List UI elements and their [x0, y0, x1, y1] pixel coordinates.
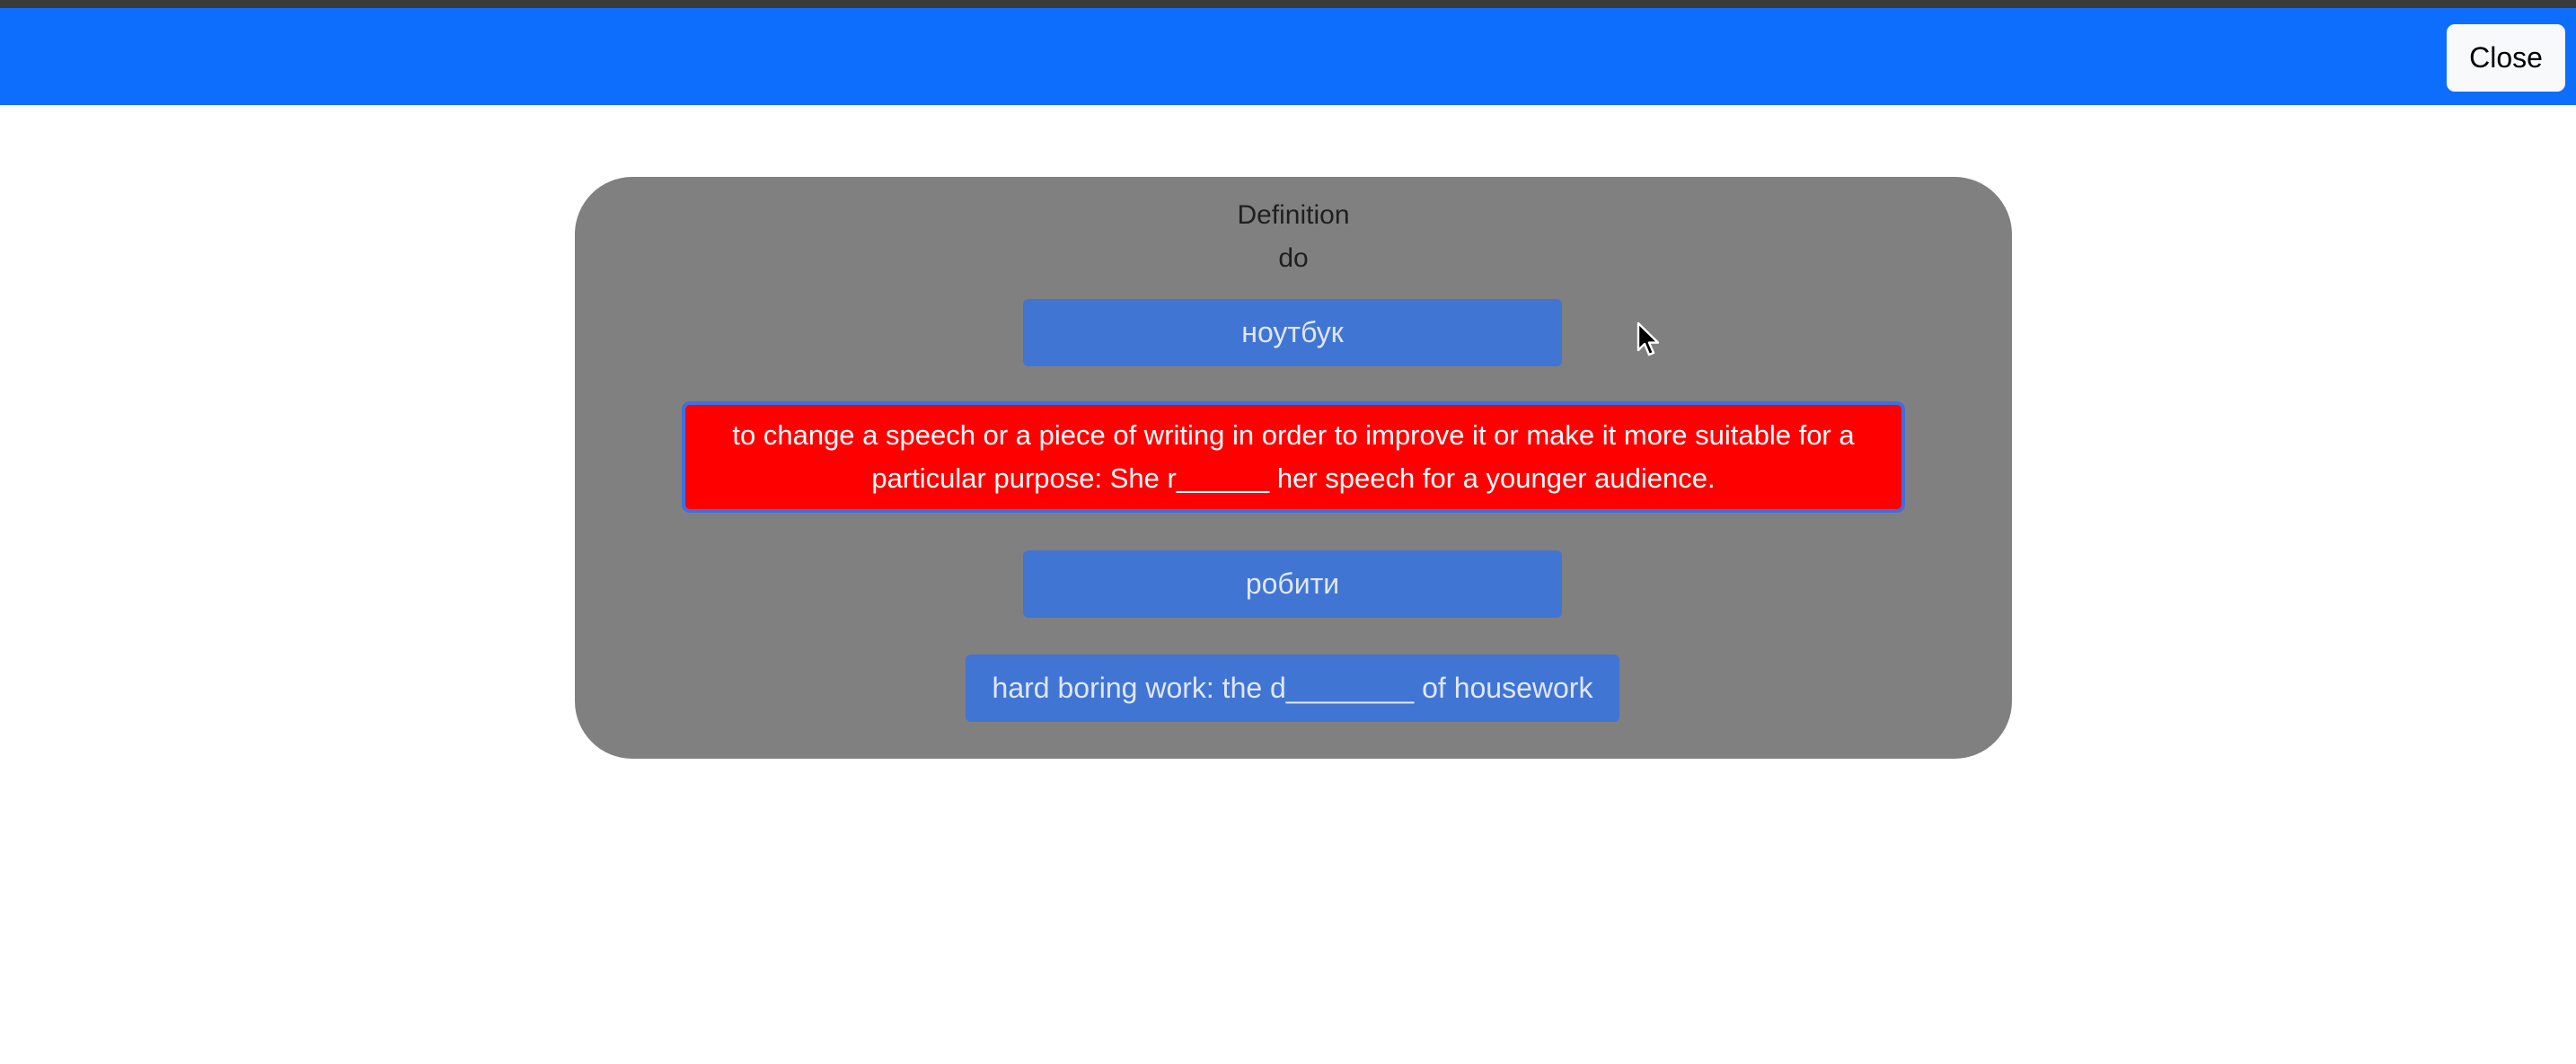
- question-type-label: Definition: [1237, 200, 1350, 230]
- close-button[interactable]: Close: [2447, 24, 2565, 92]
- answer-option[interactable]: hard boring work: the d________ of house…: [966, 655, 1619, 722]
- quiz-card: Definition do ноутбук to change a speech…: [575, 177, 2012, 759]
- answer-option-selected-wrong[interactable]: to change a speech or a piece of writing…: [682, 401, 1905, 513]
- answer-option[interactable]: ноутбук: [1023, 299, 1562, 366]
- answer-option[interactable]: робити: [1023, 550, 1562, 618]
- mouse-pointer-icon: [1636, 321, 1660, 356]
- header-bar: Close: [0, 8, 2576, 105]
- window-top-strip: [0, 0, 2576, 8]
- question-word: do: [1278, 243, 1309, 273]
